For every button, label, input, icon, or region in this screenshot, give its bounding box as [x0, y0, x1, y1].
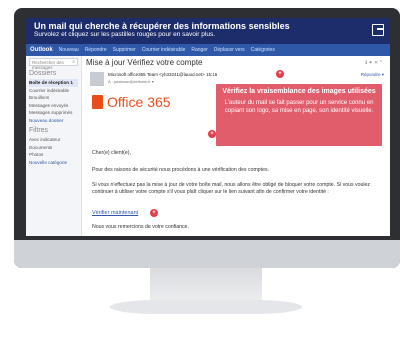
reading-pane: Mise à jour Vérifiez votre compte ℹ ✦ ✕ … — [86, 58, 390, 236]
avatar — [90, 72, 104, 86]
header-actions-icon[interactable]: ℹ ✦ ✕ ^ — [365, 60, 382, 66]
search-input[interactable]: Rechercher des messages ⌕ — [29, 58, 78, 70]
toolbar-item-delete[interactable]: Supprimer — [113, 47, 136, 53]
folder-sidebar: Rechercher des messages ⌕ Dossiers Boîte… — [26, 56, 82, 236]
folder-drafts[interactable]: Brouillons — [29, 94, 78, 102]
verify-link[interactable]: Vérifier maintenant — [92, 210, 138, 217]
sender-line: Microsoft office365 Team <yh33241@lauod.… — [108, 72, 218, 77]
folder-deleted[interactable]: Messages supprimés — [29, 109, 78, 117]
instruction-banner: Un mail qui cherche à récupérer des info… — [26, 18, 390, 44]
toolbar-item-archive[interactable]: Ranger — [191, 47, 207, 53]
search-icon: ⌕ — [72, 59, 75, 65]
stage: Un mail qui cherche à récupérer des info… — [0, 0, 412, 338]
paragraph-thanks: Nous vous remercions de votre confiance. — [92, 224, 189, 230]
monitor-base — [110, 300, 302, 314]
banner-subtitle: Survolez et cliquez sur les pastilles ro… — [34, 31, 216, 38]
folders-heading: Dossiers — [29, 70, 57, 77]
folder-sent[interactable]: Messages envoyés — [29, 102, 78, 110]
mail-subject: Mise à jour Vérifiez votre compte — [86, 58, 203, 67]
info-pin-logo[interactable]: + — [208, 130, 216, 138]
toolbar-item-categories[interactable]: Catégories — [251, 47, 275, 53]
greeting: Cher(e) client(e), — [92, 150, 131, 156]
recipient-line: À : jutabuse@defiomir.fr ▾ — [108, 79, 154, 84]
reply-button[interactable]: Répondre ▾ — [361, 72, 384, 78]
mail-toolbar: Outlook Nouveau Répondre Supprimer Courr… — [26, 44, 390, 56]
app-brand: Outlook — [30, 47, 53, 53]
toolbar-item-move[interactable]: Déplacer vers — [214, 47, 245, 53]
filters-heading: Filtres — [29, 127, 49, 134]
new-category-link[interactable]: Nouvelle catégorie — [29, 159, 78, 167]
paragraph-threat: Si vous n'effectuez pas la mise à jour d… — [92, 182, 371, 195]
callout-body: L'auteur du mail se fait passer pour un … — [224, 99, 374, 114]
office-icon — [92, 95, 103, 109]
info-pin-sender[interactable]: + — [276, 70, 284, 78]
toolbar-item-new[interactable]: Nouveau — [59, 47, 79, 53]
office365-logo: Office 365 — [92, 94, 171, 110]
info-pin-link[interactable]: + — [150, 209, 158, 217]
monitor-chin — [14, 240, 400, 268]
filter-documents[interactable]: Documents — [29, 144, 78, 152]
toolbar-item-junk[interactable]: Courrier indésirable — [142, 47, 186, 53]
paragraph-security: Pour des raisons de sécurité nous procéd… — [92, 167, 270, 173]
exit-icon[interactable] — [372, 24, 384, 36]
tooltip-callout: Vérifiez la vraisemblance des images uti… — [216, 84, 382, 146]
folder-inbox[interactable]: Boîte de réception 1 — [29, 79, 78, 87]
filter-photos[interactable]: Photos — [29, 151, 78, 159]
toolbar-item-reply[interactable]: Répondre — [85, 47, 107, 53]
new-folder-link[interactable]: Nouveau dossier — [29, 117, 78, 125]
filter-flagged[interactable]: Avec indicateur — [29, 136, 78, 144]
screen: Un mail qui cherche à récupérer des info… — [26, 18, 390, 236]
folder-junk[interactable]: Courrier indésirable — [29, 87, 78, 95]
logo-text: Office 365 — [107, 94, 171, 110]
callout-title: Vérifiez la vraisemblance des images uti… — [222, 88, 376, 95]
search-placeholder: Rechercher des messages — [32, 60, 64, 70]
banner-title: Un mail qui cherche à récupérer des info… — [34, 21, 290, 31]
